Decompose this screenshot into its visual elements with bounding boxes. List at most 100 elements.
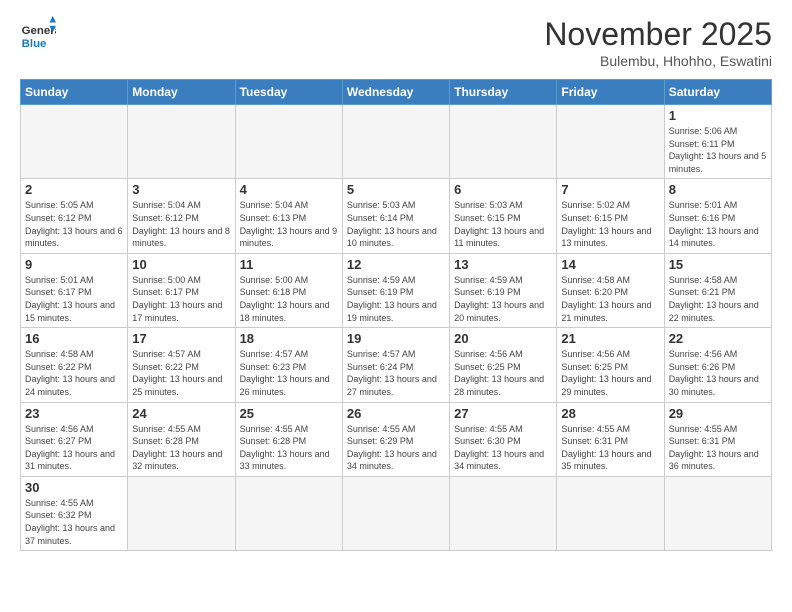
day-cell: 9 Sunrise: 5:01 AM Sunset: 6:17 PM Daylig… <box>21 253 128 327</box>
day-number: 25 <box>240 406 338 421</box>
day-cell: 8Sunrise: 5:01 AM Sunset: 6:16 PM Daylig… <box>664 179 771 253</box>
day-info: Sunrise: 5:02 AM Sunset: 6:15 PM Dayligh… <box>561 199 659 249</box>
day-cell: 24 Sunrise: 4:55 AM Sunset: 6:28 PM Dayli… <box>128 402 235 476</box>
day-number: 2 <box>25 182 123 197</box>
day-info: Sunrise: 4:58 AM Sunset: 6:20 PM Dayligh… <box>561 274 659 324</box>
day-info: Sunrise: 4:56 AM Sunset: 6:25 PM Dayligh… <box>454 348 552 398</box>
logo-icon: General Blue <box>20 16 56 52</box>
logo: General Blue <box>20 16 56 52</box>
weekday-header-sunday: Sunday <box>21 80 128 105</box>
day-info: Sunrise: 5:03 AM Sunset: 6:15 PM Dayligh… <box>454 199 552 249</box>
day-cell <box>21 105 128 179</box>
weekday-header-wednesday: Wednesday <box>342 80 449 105</box>
day-info: Sunrise: 4:57 AM Sunset: 6:22 PM Dayligh… <box>132 348 230 398</box>
day-cell: 6 Sunrise: 5:03 AM Sunset: 6:15 PM Daylig… <box>450 179 557 253</box>
day-info: Sunrise: 5:05 AM Sunset: 6:12 PM Dayligh… <box>25 199 123 249</box>
day-cell: 15 Sunrise: 4:58 AM Sunset: 6:21 PM Dayli… <box>664 253 771 327</box>
day-cell <box>557 105 664 179</box>
day-info: Sunrise: 4:58 AM Sunset: 6:21 PM Dayligh… <box>669 274 767 324</box>
day-info: Sunrise: 5:00 AM Sunset: 6:17 PM Dayligh… <box>132 274 230 324</box>
svg-text:Blue: Blue <box>22 38 47 50</box>
day-number: 12 <box>347 257 445 272</box>
header: General Blue November 2025 Bulembu, Hhoh… <box>20 16 772 69</box>
day-info: Sunrise: 4:55 AM Sunset: 6:32 PM Dayligh… <box>25 497 123 547</box>
day-number: 19 <box>347 331 445 346</box>
day-number: 5 <box>347 182 445 197</box>
day-info: Sunrise: 4:57 AM Sunset: 6:24 PM Dayligh… <box>347 348 445 398</box>
day-info: Sunrise: 4:55 AM Sunset: 6:28 PM Dayligh… <box>240 423 338 473</box>
day-number: 15 <box>669 257 767 272</box>
day-cell: 21 Sunrise: 4:56 AM Sunset: 6:25 PM Dayli… <box>557 328 664 402</box>
day-cell: 4Sunrise: 5:04 AM Sunset: 6:13 PM Daylig… <box>235 179 342 253</box>
week-row-6: 30Sunrise: 4:55 AM Sunset: 6:32 PM Dayli… <box>21 476 772 550</box>
weekday-header-row: SundayMondayTuesdayWednesdayThursdayFrid… <box>21 80 772 105</box>
weekday-header-tuesday: Tuesday <box>235 80 342 105</box>
weekday-header-monday: Monday <box>128 80 235 105</box>
day-number: 4 <box>240 182 338 197</box>
calendar-title: November 2025 <box>544 16 772 53</box>
day-cell: 28Sunrise: 4:55 AM Sunset: 6:31 PM Dayli… <box>557 402 664 476</box>
day-cell <box>450 476 557 550</box>
day-cell: 2 Sunrise: 5:05 AM Sunset: 6:12 PM Daylig… <box>21 179 128 253</box>
day-cell: 25 Sunrise: 4:55 AM Sunset: 6:28 PM Dayli… <box>235 402 342 476</box>
day-info: Sunrise: 4:55 AM Sunset: 6:28 PM Dayligh… <box>132 423 230 473</box>
day-cell <box>450 105 557 179</box>
day-number: 18 <box>240 331 338 346</box>
day-cell: 10 Sunrise: 5:00 AM Sunset: 6:17 PM Dayli… <box>128 253 235 327</box>
day-info: Sunrise: 4:55 AM Sunset: 6:30 PM Dayligh… <box>454 423 552 473</box>
day-number: 29 <box>669 406 767 421</box>
weekday-header-friday: Friday <box>557 80 664 105</box>
day-cell <box>235 476 342 550</box>
day-info: Sunrise: 4:55 AM Sunset: 6:29 PM Dayligh… <box>347 423 445 473</box>
day-number: 9 <box>25 257 123 272</box>
day-info: Sunrise: 5:03 AM Sunset: 6:14 PM Dayligh… <box>347 199 445 249</box>
day-number: 16 <box>25 331 123 346</box>
day-info: Sunrise: 5:01 AM Sunset: 6:16 PM Dayligh… <box>669 199 767 249</box>
week-row-3: 9 Sunrise: 5:01 AM Sunset: 6:17 PM Daylig… <box>21 253 772 327</box>
weekday-header-thursday: Thursday <box>450 80 557 105</box>
day-number: 13 <box>454 257 552 272</box>
day-cell: 17 Sunrise: 4:57 AM Sunset: 6:22 PM Dayli… <box>128 328 235 402</box>
week-row-1: 1Sunrise: 5:06 AM Sunset: 6:11 PM Daylig… <box>21 105 772 179</box>
page: General Blue November 2025 Bulembu, Hhoh… <box>0 0 792 561</box>
day-number: 22 <box>669 331 767 346</box>
day-info: Sunrise: 4:59 AM Sunset: 6:19 PM Dayligh… <box>454 274 552 324</box>
day-cell: 18Sunrise: 4:57 AM Sunset: 6:23 PM Dayli… <box>235 328 342 402</box>
day-number: 6 <box>454 182 552 197</box>
day-info: Sunrise: 5:04 AM Sunset: 6:12 PM Dayligh… <box>132 199 230 249</box>
day-cell: 19 Sunrise: 4:57 AM Sunset: 6:24 PM Dayli… <box>342 328 449 402</box>
calendar-table: SundayMondayTuesdayWednesdayThursdayFrid… <box>20 79 772 551</box>
day-cell: 3 Sunrise: 5:04 AM Sunset: 6:12 PM Daylig… <box>128 179 235 253</box>
week-row-2: 2 Sunrise: 5:05 AM Sunset: 6:12 PM Daylig… <box>21 179 772 253</box>
day-number: 10 <box>132 257 230 272</box>
day-number: 1 <box>669 108 767 123</box>
day-cell: 27 Sunrise: 4:55 AM Sunset: 6:30 PM Dayli… <box>450 402 557 476</box>
day-cell: 1Sunrise: 5:06 AM Sunset: 6:11 PM Daylig… <box>664 105 771 179</box>
day-number: 17 <box>132 331 230 346</box>
day-cell: 7Sunrise: 5:02 AM Sunset: 6:15 PM Daylig… <box>557 179 664 253</box>
day-info: Sunrise: 4:56 AM Sunset: 6:25 PM Dayligh… <box>561 348 659 398</box>
day-number: 3 <box>132 182 230 197</box>
day-cell <box>128 476 235 550</box>
day-number: 21 <box>561 331 659 346</box>
day-number: 23 <box>25 406 123 421</box>
day-info: Sunrise: 4:55 AM Sunset: 6:31 PM Dayligh… <box>561 423 659 473</box>
day-info: Sunrise: 4:58 AM Sunset: 6:22 PM Dayligh… <box>25 348 123 398</box>
day-number: 27 <box>454 406 552 421</box>
day-cell <box>342 105 449 179</box>
day-number: 24 <box>132 406 230 421</box>
day-info: Sunrise: 4:59 AM Sunset: 6:19 PM Dayligh… <box>347 274 445 324</box>
day-cell <box>342 476 449 550</box>
day-number: 11 <box>240 257 338 272</box>
day-number: 14 <box>561 257 659 272</box>
day-info: Sunrise: 5:01 AM Sunset: 6:17 PM Dayligh… <box>25 274 123 324</box>
day-cell: 12 Sunrise: 4:59 AM Sunset: 6:19 PM Dayli… <box>342 253 449 327</box>
weekday-header-saturday: Saturday <box>664 80 771 105</box>
week-row-4: 16 Sunrise: 4:58 AM Sunset: 6:22 PM Dayli… <box>21 328 772 402</box>
day-cell: 11Sunrise: 5:00 AM Sunset: 6:18 PM Dayli… <box>235 253 342 327</box>
day-cell: 5 Sunrise: 5:03 AM Sunset: 6:14 PM Daylig… <box>342 179 449 253</box>
calendar-subtitle: Bulembu, Hhohho, Eswatini <box>544 53 772 69</box>
day-cell: 26Sunrise: 4:55 AM Sunset: 6:29 PM Dayli… <box>342 402 449 476</box>
day-cell <box>128 105 235 179</box>
day-info: Sunrise: 4:55 AM Sunset: 6:31 PM Dayligh… <box>669 423 767 473</box>
